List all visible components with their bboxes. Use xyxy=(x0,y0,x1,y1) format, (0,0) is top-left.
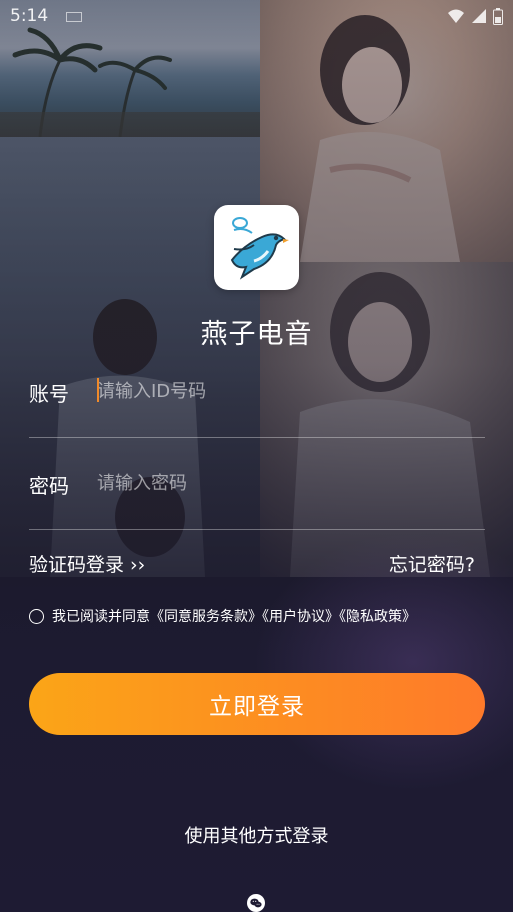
battery-icon xyxy=(493,8,503,25)
agreement-row: 我已阅读并同意《同意服务条款》《用户协议》《隐私政策》 xyxy=(29,606,416,626)
status-bar: 5:14 xyxy=(0,0,513,34)
password-input[interactable] xyxy=(97,468,477,498)
status-time: 5:14 xyxy=(10,6,49,26)
sms-login-link[interactable]: 验证码登录 ›› xyxy=(29,550,145,577)
login-button[interactable]: 立即登录 xyxy=(29,673,485,735)
password-label: 密码 xyxy=(29,474,69,498)
password-field: 密码 xyxy=(29,468,485,530)
other-login-label: 使用其他方式登录 xyxy=(184,826,329,847)
agreement-radio-icon[interactable] xyxy=(29,608,44,624)
account-field: 账号 xyxy=(29,376,485,438)
wechat-icon[interactable] xyxy=(247,894,265,912)
forgot-password-link[interactable]: 忘记密码? xyxy=(389,550,475,577)
signal-icon xyxy=(472,9,486,23)
swallow-logo-icon xyxy=(230,217,289,280)
agreement-text[interactable]: 我已阅读并同意《同意服务条款》《用户协议》《隐私政策》 xyxy=(52,606,416,626)
notification-icon xyxy=(66,12,82,22)
text-caret xyxy=(97,378,99,402)
background-collage xyxy=(0,0,513,912)
wifi-icon xyxy=(448,9,464,23)
status-icons xyxy=(447,8,503,25)
account-label: 账号 xyxy=(29,382,69,406)
app-logo xyxy=(214,205,299,290)
account-input[interactable] xyxy=(97,376,477,406)
app-name: 燕子电音 xyxy=(200,319,313,350)
